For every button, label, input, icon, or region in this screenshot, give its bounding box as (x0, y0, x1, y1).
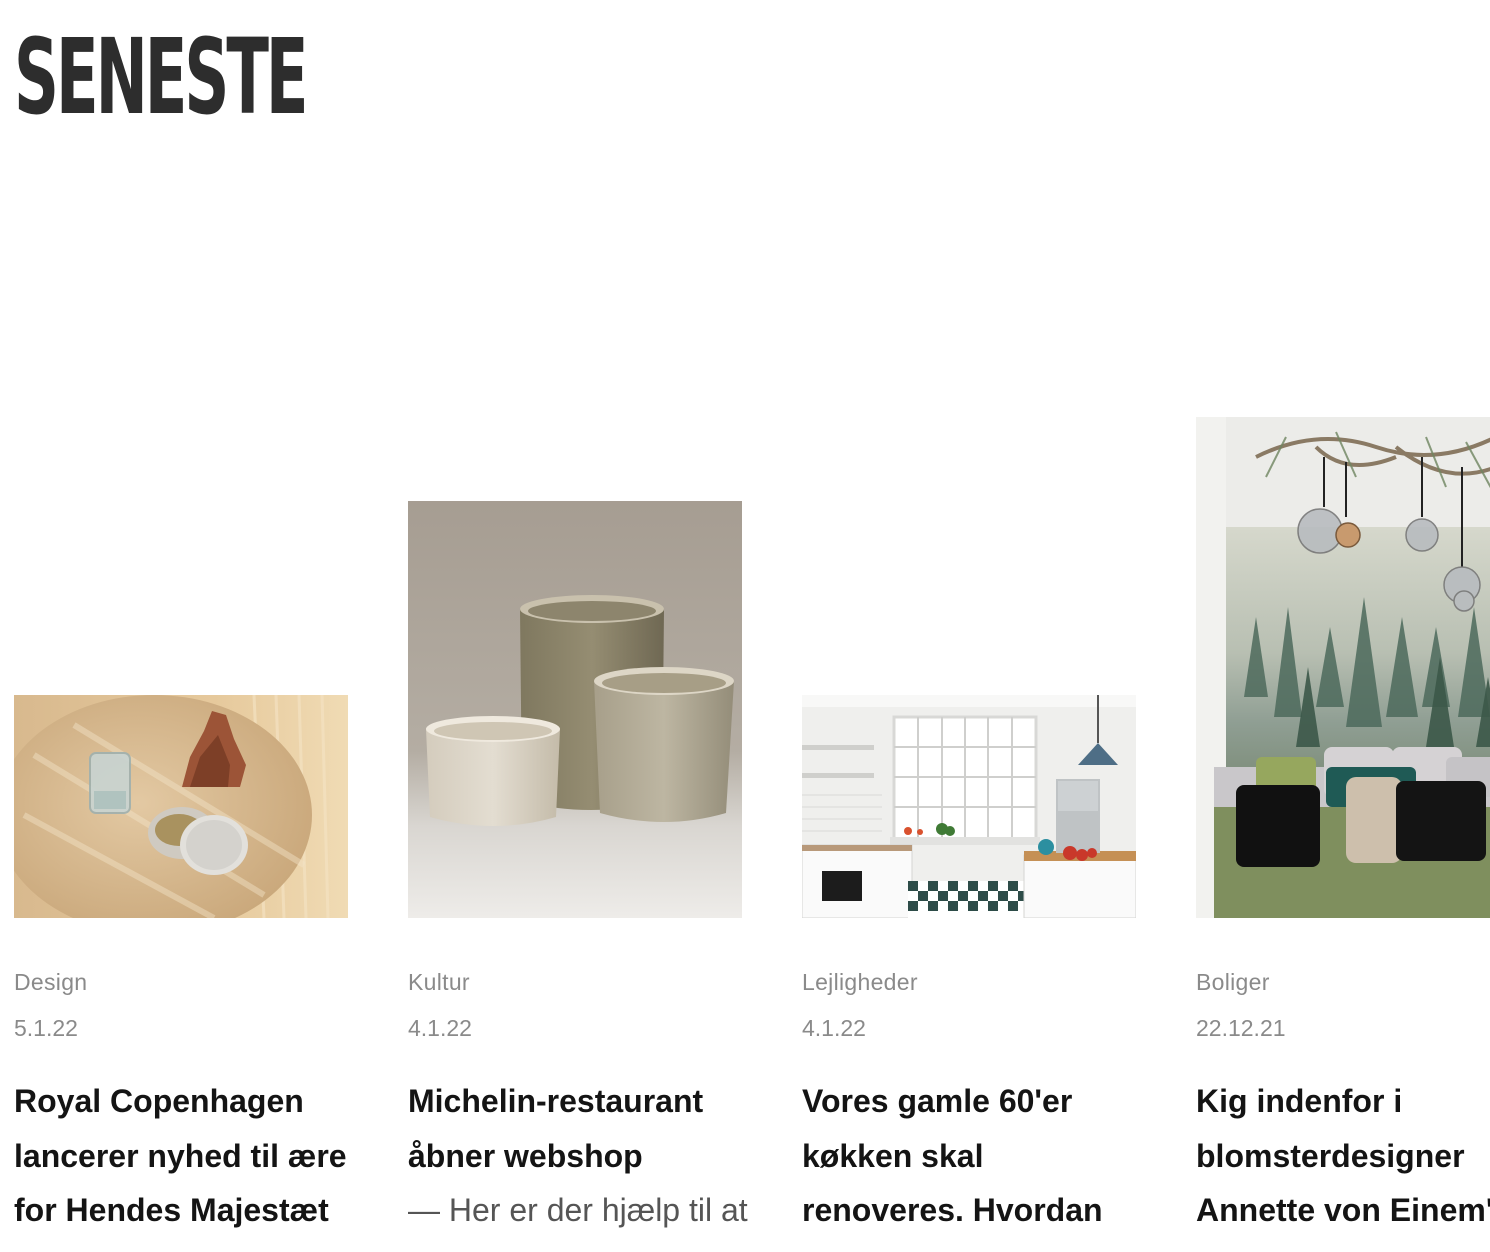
photo-round-table-icon (14, 695, 348, 918)
article-date: 5.1.22 (14, 1015, 78, 1041)
photo-bedroom-forest-wallpaper-icon (1196, 417, 1490, 918)
article-category[interactable]: Lejligheder (802, 966, 918, 998)
article-card[interactable]: Lejligheder 4.1.22 Vores gamle 60'er køk… (802, 0, 1136, 1252)
article-card[interactable]: Design 5.1.22 Royal Copenhagen lancerer … (14, 0, 348, 1252)
article-date: 4.1.22 (408, 1015, 472, 1041)
headline-text[interactable]: Kig indenfor i blomsterdesigner Annette … (1196, 1083, 1490, 1252)
headline-text[interactable]: Michelin-restaurant åbner webshop (408, 1083, 703, 1174)
headline-text[interactable]: Vores gamle 60'er køkken skal renoveres.… (802, 1083, 1103, 1252)
article-image[interactable] (802, 695, 1136, 918)
article-category[interactable]: Kultur (408, 966, 470, 998)
article-image[interactable] (1196, 417, 1490, 918)
article-category[interactable]: Boliger (1196, 966, 1270, 998)
article-headline[interactable]: Vores gamle 60'er køkken skal renoveres.… (802, 1074, 1152, 1252)
article-category[interactable]: Design (14, 966, 87, 998)
article-image[interactable] (14, 695, 348, 918)
article-date: 22.12.21 (1196, 1015, 1286, 1041)
article-headline[interactable]: Kig indenfor i blomsterdesigner Annette … (1196, 1074, 1490, 1252)
latest-articles-page: SENESTE Design 5.1.22 Royal Copenhagen l… (0, 0, 1490, 1252)
article-image[interactable] (408, 501, 742, 918)
photo-ceramic-cups-icon (408, 501, 742, 918)
article-headline[interactable]: Michelin-restaurant åbner webshop — Her … (408, 1074, 758, 1252)
article-card[interactable]: Kultur 4.1.22 Michelin-restaurant åbner … (408, 0, 748, 1252)
headline-text[interactable]: Royal Copenhagen lancerer nyhed til ære … (14, 1083, 347, 1252)
photo-white-kitchen-icon (802, 695, 1136, 918)
article-headline[interactable]: Royal Copenhagen lancerer nyhed til ære … (14, 1074, 364, 1252)
headline-teaser: — Her er der hjælp til at skabe Michelin (408, 1192, 748, 1252)
article-date: 4.1.22 (802, 1015, 866, 1041)
article-card[interactable]: Boliger 22.12.21 Kig indenfor i blomster… (1196, 0, 1490, 1252)
